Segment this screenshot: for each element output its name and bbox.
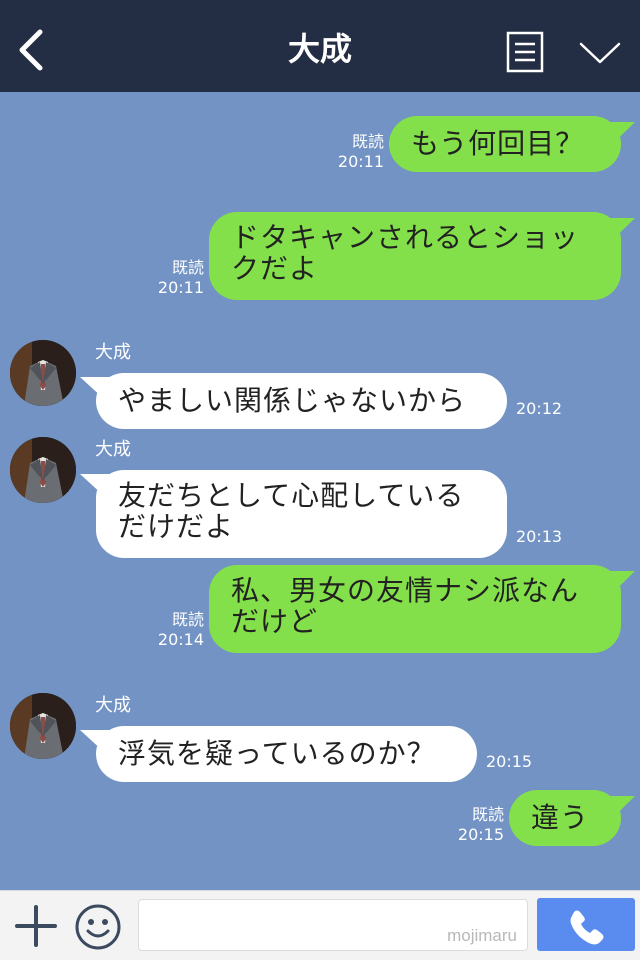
read-status: 既読 20:15	[457, 805, 504, 844]
message-bubble-outgoing[interactable]: もう何回目？	[389, 116, 621, 172]
avatar-image	[10, 437, 76, 503]
message-bubble-outgoing[interactable]: 私、男女の友情ナシ派なん だけど	[209, 565, 621, 653]
avatar[interactable]	[10, 693, 76, 759]
message-bubble-incoming[interactable]: 浮気を疑っているのか？	[96, 726, 477, 782]
message-time: 20:13	[516, 527, 563, 546]
message-time: 20:12	[516, 399, 563, 418]
avatar[interactable]	[10, 437, 76, 503]
menu-icon[interactable]	[506, 31, 544, 73]
message-bubble-incoming[interactable]: やましい関係じゃないから	[96, 373, 507, 429]
read-status: 既読 20:11	[157, 258, 204, 297]
chat-header: 大成	[0, 0, 640, 92]
avatar[interactable]	[10, 340, 76, 406]
chevron-down-icon[interactable]	[578, 38, 622, 68]
watermark: mojimaru	[447, 926, 517, 945]
avatar-image	[10, 693, 76, 759]
chat-area[interactable]: 既読 20:11 もう何回目？ 既読 20:11 ドタキャンされるとショッ クだ…	[0, 92, 640, 890]
sender-name: 大成	[95, 342, 131, 363]
message-bubble-incoming[interactable]: 友だちとして心配している だけだよ	[96, 470, 507, 558]
sender-name: 大成	[95, 695, 131, 716]
sender-name: 大成	[95, 439, 131, 460]
read-status: 既読 20:14	[157, 610, 204, 649]
input-bar: mojimaru	[0, 890, 640, 960]
message-time: 20:15	[486, 752, 533, 771]
avatar-image	[10, 340, 76, 406]
message-bubble-outgoing[interactable]: 違う	[509, 790, 621, 846]
message-bubble-outgoing[interactable]: ドタキャンされるとショッ クだよ	[209, 212, 621, 300]
plus-icon[interactable]	[14, 903, 58, 949]
read-status: 既読 20:11	[337, 132, 384, 171]
emoji-icon[interactable]	[74, 903, 122, 951]
phone-icon	[570, 910, 604, 945]
call-button[interactable]	[537, 898, 635, 951]
chat-title: 大成	[287, 30, 352, 68]
message-input[interactable]: mojimaru	[138, 899, 528, 951]
